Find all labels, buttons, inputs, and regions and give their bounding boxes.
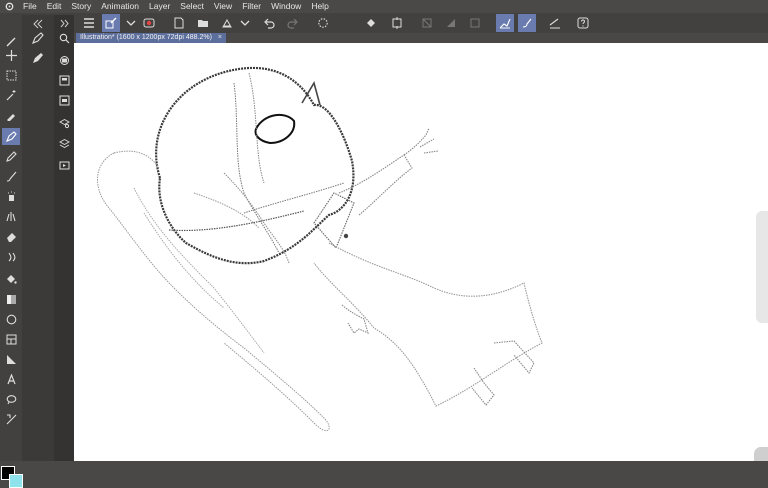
navigator-icon[interactable] [57,53,71,67]
new-icon[interactable] [170,14,188,32]
close-icon[interactable]: × [218,34,222,41]
spinner-icon[interactable] [314,14,332,32]
search-icon[interactable] [57,31,71,45]
blend-icon[interactable] [2,248,20,265]
open-icon[interactable] [194,14,212,32]
brush-icon[interactable] [2,168,20,185]
layer-search-icon[interactable] [57,116,71,130]
move-icon[interactable] [2,47,20,64]
menu-view[interactable]: View [209,0,237,13]
app-logo-icon[interactable] [0,0,18,13]
ruler-icon[interactable] [546,14,564,32]
timeline-icon[interactable] [57,158,71,172]
pen-subtool-icon[interactable] [28,29,48,46]
transform-icon[interactable] [388,14,406,32]
correct-line-icon[interactable] [2,411,20,428]
deselect-icon[interactable] [418,14,436,32]
document-tab[interactable]: Illustration* (1600 x 1200px 72dpi 488.2… [76,33,227,43]
chevron-down-icon[interactable] [122,14,140,32]
brush-icon[interactable] [518,14,536,32]
redo-icon[interactable] [284,14,302,32]
pencil-icon[interactable] [2,148,20,165]
sketch-artwork [97,66,543,432]
decoration-icon[interactable] [2,208,20,225]
gradient-icon[interactable] [2,291,20,308]
marker-subtool-icon[interactable] [28,49,48,66]
tool-palette [0,33,23,488]
sub-tool-panel [22,15,54,461]
menu-animation[interactable]: Animation [96,0,144,13]
command-bar [0,13,768,33]
magic-wand-icon[interactable] [2,87,20,104]
balloon-icon[interactable] [2,391,20,408]
undo-icon[interactable] [260,14,278,32]
side-panel-handle[interactable] [756,211,768,323]
fill-icon[interactable] [2,271,20,288]
shape-icon[interactable] [2,311,20,328]
text-icon[interactable] [2,371,20,388]
vector-pen-icon[interactable] [496,14,514,32]
save-icon[interactable] [218,14,236,32]
eraser-icon[interactable] [2,228,20,245]
menu-window[interactable]: Window [266,0,306,13]
menu-layer[interactable]: Layer [144,0,175,13]
chevron-down-icon[interactable] [236,14,254,32]
help-icon[interactable] [574,14,592,32]
menu-edit[interactable]: Edit [42,0,67,13]
collapse-right-icon[interactable] [57,16,71,30]
menu-file[interactable]: File [18,0,42,13]
document-tab-strip: Illustration* (1600 x 1200px 72dpi 488.2… [74,33,768,43]
material-icon[interactable] [57,73,71,87]
fill-icon[interactable] [362,14,380,32]
ruler-icon[interactable] [2,351,20,368]
invert-icon[interactable] [442,14,460,32]
sub-color-swatch[interactable] [9,474,23,488]
eyedropper-icon[interactable] [2,107,20,124]
marquee-icon[interactable] [2,67,20,84]
frame-icon[interactable] [2,331,20,348]
menu-select[interactable]: Select [175,0,209,13]
menu-bar: File Edit Story Animation Layer Select V… [0,0,768,13]
layers-icon[interactable] [57,136,71,150]
menu-icon[interactable] [80,14,98,32]
menu-story[interactable]: Story [66,0,96,13]
airbrush-icon[interactable] [2,188,20,205]
menu-filter[interactable]: Filter [237,0,266,13]
drawing-canvas[interactable] [74,43,768,461]
pen-icon[interactable] [2,128,20,145]
selection-launcher-icon[interactable] [466,14,484,32]
layer-property-icon[interactable] [57,93,71,107]
tool-property-panel [54,15,74,461]
corner-menu-button[interactable] [754,447,768,461]
pen-tool-icon[interactable] [102,14,120,32]
record-icon[interactable] [140,14,158,32]
document-tab-title: Illustration* (1600 x 1200px 72dpi 488.2… [80,34,212,41]
menu-help[interactable]: Help [306,0,333,13]
